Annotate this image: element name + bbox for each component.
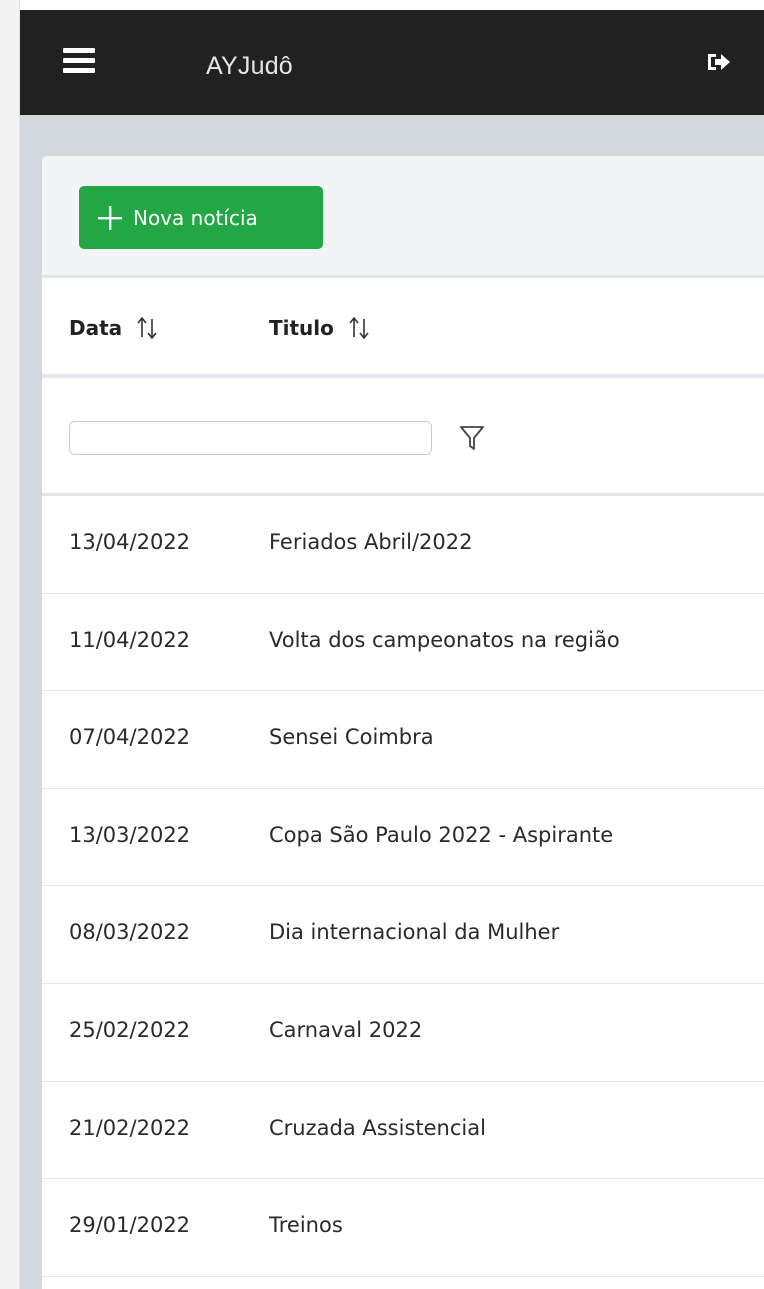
row-date: 07/04/2022 <box>69 725 191 750</box>
sort-icon[interactable] <box>136 316 158 340</box>
table-row[interactable]: 07/04/2022 Sensei Coimbra <box>42 691 764 789</box>
table-row[interactable]: 13/03/2022 Copa São Paulo 2022 - Aspiran… <box>42 789 764 887</box>
row-date: 13/04/2022 <box>69 530 191 554</box>
top-navbar: AYJudô <box>20 10 764 115</box>
plus-icon <box>98 205 122 230</box>
card-toolbar: Nova notícia <box>42 156 764 278</box>
table-row[interactable]: 25/02/2022 Carnaval 2022 <box>42 984 764 1082</box>
filter-icon[interactable] <box>459 423 485 453</box>
news-card: Nova notícia Data Titulo 13/04/2022 Feri… <box>42 156 764 1289</box>
column-header-label: Titulo <box>269 316 334 340</box>
filter-row <box>42 378 764 496</box>
row-title: Feriados Abril/2022 <box>269 530 473 554</box>
row-title: Cruzada Assistencial <box>269 1115 486 1140</box>
row-title: Treinos <box>269 1213 343 1238</box>
table-row[interactable]: 13/04/2022 Feriados Abril/2022 <box>42 496 764 594</box>
logout-icon[interactable] <box>706 51 732 73</box>
row-date: 08/03/2022 <box>69 920 191 945</box>
column-header-label: Data <box>69 316 123 340</box>
date-filter-input[interactable] <box>69 421 432 455</box>
row-title: Carnaval 2022 <box>269 1017 423 1042</box>
app-window: AYJudô Nova notícia Data Titulo 13/04/20… <box>0 0 764 1289</box>
table-header: Data Titulo <box>42 281 764 378</box>
table-row[interactable]: 21/02/2022 Cruzada Assistencial <box>42 1082 764 1180</box>
sort-icon[interactable] <box>348 316 370 340</box>
table-row[interactable]: 29/01/2022 Treinos <box>42 1179 764 1277</box>
row-title: Dia internacional da Mulher <box>269 920 560 945</box>
row-date: 13/03/2022 <box>69 822 191 847</box>
table-row[interactable]: 11/04/2022 Volta dos campeonatos na regi… <box>42 594 764 692</box>
row-date: 29/01/2022 <box>69 1213 191 1238</box>
left-edge-strip <box>0 0 20 1289</box>
row-title: Volta dos campeonatos na região <box>269 627 620 652</box>
column-header-data[interactable]: Data <box>69 316 158 340</box>
row-date: 21/02/2022 <box>69 1115 191 1140</box>
row-date: 11/04/2022 <box>69 627 191 652</box>
table-row[interactable]: 08/03/2022 Dia internacional da Mulher <box>42 886 764 984</box>
table-body: 13/04/2022 Feriados Abril/2022 11/04/202… <box>42 496 764 1277</box>
new-news-button-label: Nova notícia <box>133 205 258 230</box>
app-title: AYJudô <box>206 52 293 80</box>
row-title: Copa São Paulo 2022 - Aspirante <box>269 822 614 847</box>
hamburger-icon[interactable] <box>63 48 95 74</box>
row-date: 25/02/2022 <box>69 1017 191 1042</box>
column-header-titulo[interactable]: Titulo <box>269 316 370 340</box>
row-title: Sensei Coimbra <box>269 725 434 750</box>
new-news-button[interactable]: Nova notícia <box>79 186 323 249</box>
